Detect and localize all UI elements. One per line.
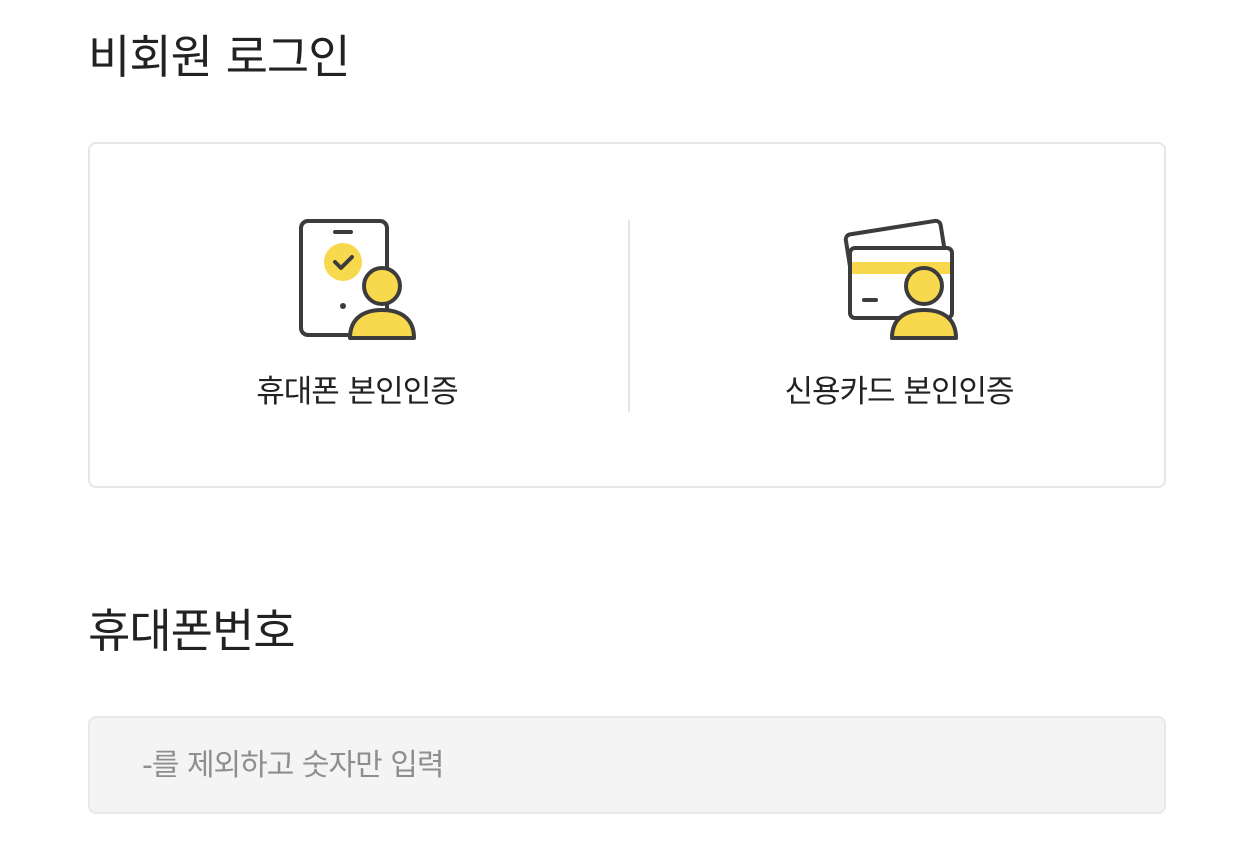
phone-number-title: 휴대폰번호 (88, 604, 296, 658)
credit-card-verification-label: 신용카드 본인인증 (784, 374, 1014, 410)
phone-verification-icon (299, 219, 416, 340)
page-title: 비회원 로그인 (88, 30, 351, 84)
credit-card-verification-button[interactable]: 신용카드 본인인증 (630, 144, 1168, 486)
phone-verification-button[interactable]: 휴대폰 본인인증 (90, 144, 628, 486)
credit-card-verification-icon (843, 218, 958, 340)
phone-number-input[interactable] (88, 716, 1166, 814)
non-member-login-page: 비회원 로그인 휴대폰 본인인증 신용카드 본인인증 휴대폰번호 -를 제외하고… (0, 0, 1236, 864)
auth-method-card: 휴대폰 본인인증 신용카드 본인인증 (88, 142, 1166, 488)
phone-verification-label: 휴대폰 본인인증 (256, 374, 459, 410)
